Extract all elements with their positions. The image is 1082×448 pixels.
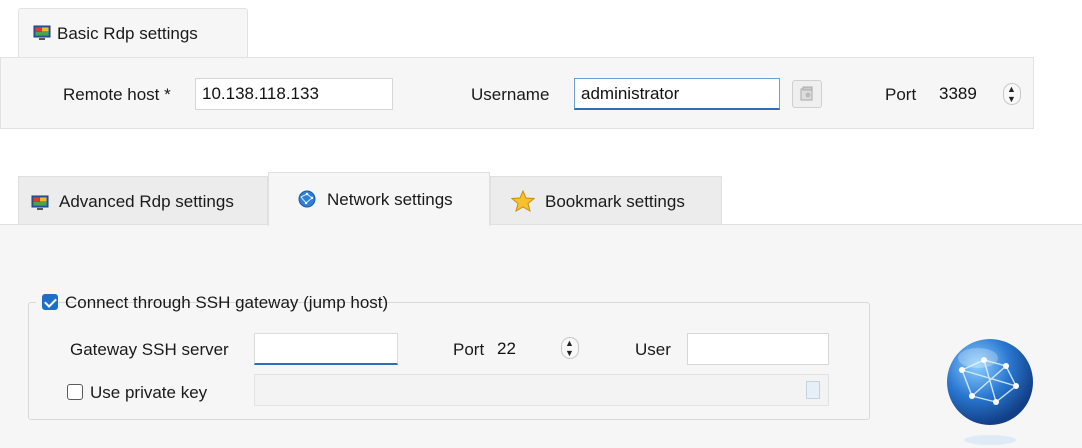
monitor-icon	[33, 25, 51, 40]
private-key-label: Use private key	[90, 383, 208, 402]
username-input[interactable]	[574, 78, 780, 110]
file-icon[interactable]	[806, 381, 820, 399]
private-key-path-input[interactable]	[254, 374, 829, 406]
tab-label: Advanced Rdp settings	[59, 192, 234, 211]
remote-host-input[interactable]	[195, 78, 393, 110]
tab-label: Bookmark settings	[545, 192, 685, 211]
gateway-user-label: User	[635, 340, 671, 359]
tab-network-settings[interactable]: Network settings	[268, 172, 490, 226]
remote-host-label: Remote host *	[63, 85, 171, 104]
private-key-checkbox[interactable]	[67, 384, 83, 400]
gateway-port-spinner[interactable]: ▲ ▼	[561, 337, 579, 359]
tab-basic-rdp-settings[interactable]: Basic Rdp settings	[18, 8, 248, 58]
ssh-gateway-legend[interactable]: Connect through SSH gateway (jump host)	[36, 292, 388, 314]
gateway-user-input[interactable]	[687, 333, 829, 365]
tab-bookmark-settings[interactable]: Bookmark settings	[490, 176, 722, 224]
spin-down-icon: ▼	[565, 348, 574, 358]
gateway-server-input[interactable]	[254, 333, 398, 365]
credentials-icon	[800, 86, 813, 101]
star-icon	[511, 190, 535, 212]
spin-up-icon: ▲	[1007, 84, 1016, 94]
monitor-icon	[31, 195, 49, 210]
port-spinner[interactable]: ▲ ▼	[1003, 83, 1021, 105]
spin-down-icon: ▼	[1007, 94, 1016, 104]
basic-settings-panel: Remote host * Username Port ▲ ▼	[0, 57, 1034, 129]
gateway-server-label: Gateway SSH server	[70, 340, 229, 359]
tab-advanced-rdp-settings[interactable]: Advanced Rdp settings	[18, 176, 268, 224]
network-globe-icon	[947, 339, 1033, 445]
ssh-gateway-checkbox[interactable]	[42, 294, 58, 310]
port-label: Port	[885, 85, 917, 104]
tab-label: Network settings	[327, 190, 453, 209]
tab-label: Basic Rdp settings	[57, 24, 198, 43]
gateway-port-label: Port	[453, 340, 485, 359]
ssh-gateway-label: Connect through SSH gateway (jump host)	[65, 293, 389, 312]
credentials-button[interactable]	[792, 80, 822, 108]
username-label: Username	[471, 85, 550, 104]
spin-up-icon: ▲	[565, 338, 574, 348]
network-globe-icon	[298, 190, 316, 208]
